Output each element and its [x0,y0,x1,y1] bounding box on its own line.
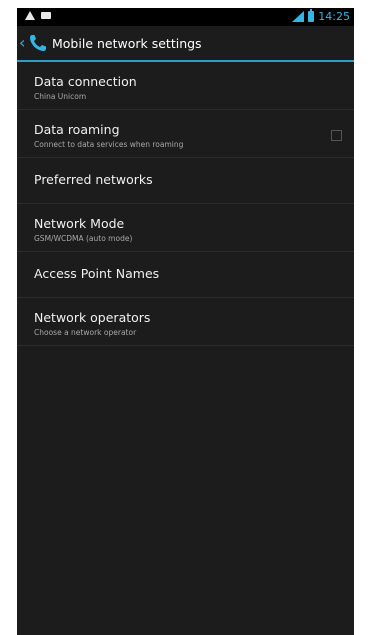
setting-network-mode[interactable]: Network Mode GSM/WCDMA (auto mode) [17,204,354,252]
back-caret-icon[interactable]: ‹ [19,35,27,51]
status-clock: 14:25 [318,10,350,23]
phone-icon[interactable] [27,32,49,54]
setting-network-operators[interactable]: Network operators Choose a network opera… [17,298,354,346]
setting-summary: Connect to data services when roaming [34,140,184,149]
setting-title: Data roaming [34,122,120,137]
setting-title: Access Point Names [34,266,160,281]
setting-summary: China Unicom [34,92,87,101]
status-bar: 14:25 [17,8,354,26]
setting-data-connection[interactable]: Data connection China Unicom [17,62,354,110]
status-right-icons: 14:25 [292,9,350,23]
settings-list: Data connection China Unicom Data roamin… [17,62,354,346]
message-icon [41,12,51,19]
setting-data-roaming[interactable]: Data roaming Connect to data services wh… [17,110,354,158]
setting-title: Network Mode [34,216,125,231]
action-bar: ‹ Mobile network settings [17,26,354,60]
setting-summary: Choose a network operator [34,328,137,337]
warning-icon [25,11,35,20]
signal-icon [292,11,305,22]
setting-title: Preferred networks [34,172,153,187]
setting-title: Network operators [34,310,151,325]
status-left-icons [25,11,51,20]
setting-title: Data connection [34,74,137,89]
setting-summary: GSM/WCDMA (auto mode) [34,234,133,243]
data-roaming-checkbox[interactable] [331,130,342,141]
page-title: Mobile network settings [52,35,202,51]
setting-access-point-names[interactable]: Access Point Names [17,252,354,298]
phone-screen: 14:25 ‹ Mobile network settings Data con… [17,8,354,635]
battery-icon [308,9,315,22]
setting-preferred-networks[interactable]: Preferred networks [17,158,354,204]
